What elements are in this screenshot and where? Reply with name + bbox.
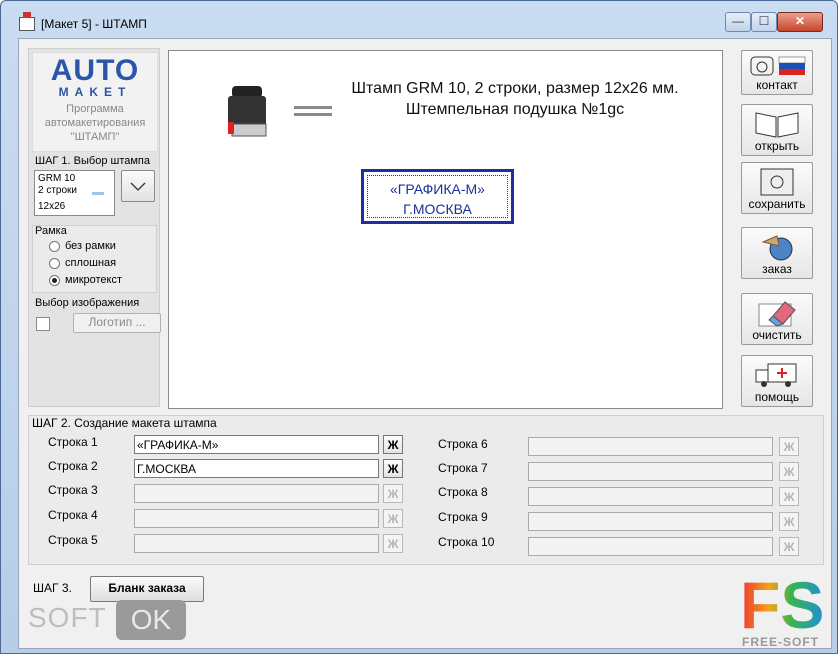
chevron-down-icon	[130, 182, 146, 191]
globe-icon	[761, 235, 793, 261]
phone-icon	[750, 56, 806, 76]
stamp-device-icon	[228, 86, 267, 137]
softok-watermark: SOFT	[28, 602, 107, 633]
open-button[interactable]: открыть	[741, 104, 813, 156]
eraser-icon	[758, 301, 796, 327]
order-form-button[interactable]: Бланк заказа	[90, 576, 204, 602]
frame-label: Рамка	[35, 225, 67, 237]
line-2-bold-button[interactable]: Ж	[383, 459, 403, 478]
radio-solid[interactable]	[49, 258, 60, 269]
stamp-impression: «ГРАФИКА-М» Г.МОСКВА	[361, 169, 514, 224]
clear-button[interactable]: очистить	[741, 293, 813, 345]
line-9-input[interactable]	[528, 512, 773, 531]
line-9-bold-button[interactable]: Ж	[779, 512, 799, 531]
save-button[interactable]: сохранить	[741, 162, 813, 214]
line-5-input[interactable]	[134, 534, 379, 553]
impression-line-1: «ГРАФИКА-М»	[390, 181, 485, 197]
step1-label: ШАГ 1. Выбор штампа	[35, 155, 150, 167]
line-1-input[interactable]: «ГРАФИКА-М»	[134, 435, 379, 454]
logo-checkbox[interactable]	[36, 317, 50, 331]
safe-icon	[760, 168, 794, 196]
stamp-thumbnail-icon	[92, 192, 104, 195]
freesoft-label: FREE-SOFT	[742, 635, 819, 649]
line-10-input[interactable]	[528, 537, 773, 556]
contact-button[interactable]: контакт	[741, 50, 813, 95]
softok-watermark-ok: OK	[116, 600, 186, 640]
line-5-bold-button[interactable]: Ж	[383, 534, 403, 553]
line-1-bold-button[interactable]: Ж	[383, 435, 403, 454]
image-label: Выбор изображения	[35, 297, 140, 309]
impression-line-2: Г.МОСКВА	[403, 201, 472, 217]
stamp-preview: Штамп GRM 10, 2 строки, размер 12x26 мм.…	[168, 50, 723, 409]
automaket-logo: AUTO MAKET Программа автомакетирования "…	[32, 52, 158, 152]
window-title: [Макет 5] - ШТАМП	[41, 17, 147, 31]
stamp-selector[interactable]: GRM 10 2 строки 12x26	[34, 170, 115, 216]
line-4-input[interactable]	[134, 509, 379, 528]
step2-label: ШАГ 2. Создание макета штампа	[32, 416, 217, 430]
line-10-bold-button[interactable]: Ж	[779, 537, 799, 556]
line-6-bold-button[interactable]: Ж	[779, 437, 799, 456]
ambulance-icon	[755, 363, 797, 387]
maximize-button[interactable]: ☐	[751, 12, 777, 32]
line-3-bold-button[interactable]: Ж	[383, 484, 403, 503]
main-window: [Макет 5] - ШТАМП — ☐ ✕ AUTO MAKET Прогр…	[0, 0, 838, 654]
frame-group: Рамка без рамки сплошная микротекст	[32, 225, 157, 293]
line-7-bold-button[interactable]: Ж	[779, 462, 799, 481]
line-3-input[interactable]	[134, 484, 379, 503]
minimize-button[interactable]: —	[725, 12, 751, 32]
freesoft-logo: FS	[740, 568, 825, 642]
book-icon	[755, 112, 799, 138]
title-bar: [Макет 5] - ШТАМП — ☐ ✕	[1, 1, 837, 35]
logo-button[interactable]: Логотип ...	[73, 313, 161, 333]
line-7-input[interactable]	[528, 462, 773, 481]
line-2-input[interactable]: Г.МОСКВА	[134, 459, 379, 478]
stamp-dropdown-button[interactable]	[121, 170, 155, 202]
line-8-input[interactable]	[528, 487, 773, 506]
step2-group: ШАГ 2. Создание макета штампа Строка 1 «…	[28, 415, 824, 565]
radio-no-frame[interactable]	[49, 241, 60, 252]
client-area: AUTO MAKET Программа автомакетирования "…	[18, 38, 832, 649]
line-8-bold-button[interactable]: Ж	[779, 487, 799, 506]
step3-label: ШАГ 3.	[33, 581, 72, 595]
line-4-bold-button[interactable]: Ж	[383, 509, 403, 528]
close-button[interactable]: ✕	[777, 12, 823, 32]
radio-microtext[interactable]	[49, 275, 60, 286]
order-button[interactable]: заказ	[741, 227, 813, 279]
left-panel: AUTO MAKET Программа автомакетирования "…	[28, 48, 161, 407]
stamp-description: Штамп GRM 10, 2 строки, размер 12x26 мм.…	[351, 80, 679, 118]
app-icon	[19, 12, 35, 31]
help-button[interactable]: помощь	[741, 355, 813, 407]
line-6-input[interactable]	[528, 437, 773, 456]
